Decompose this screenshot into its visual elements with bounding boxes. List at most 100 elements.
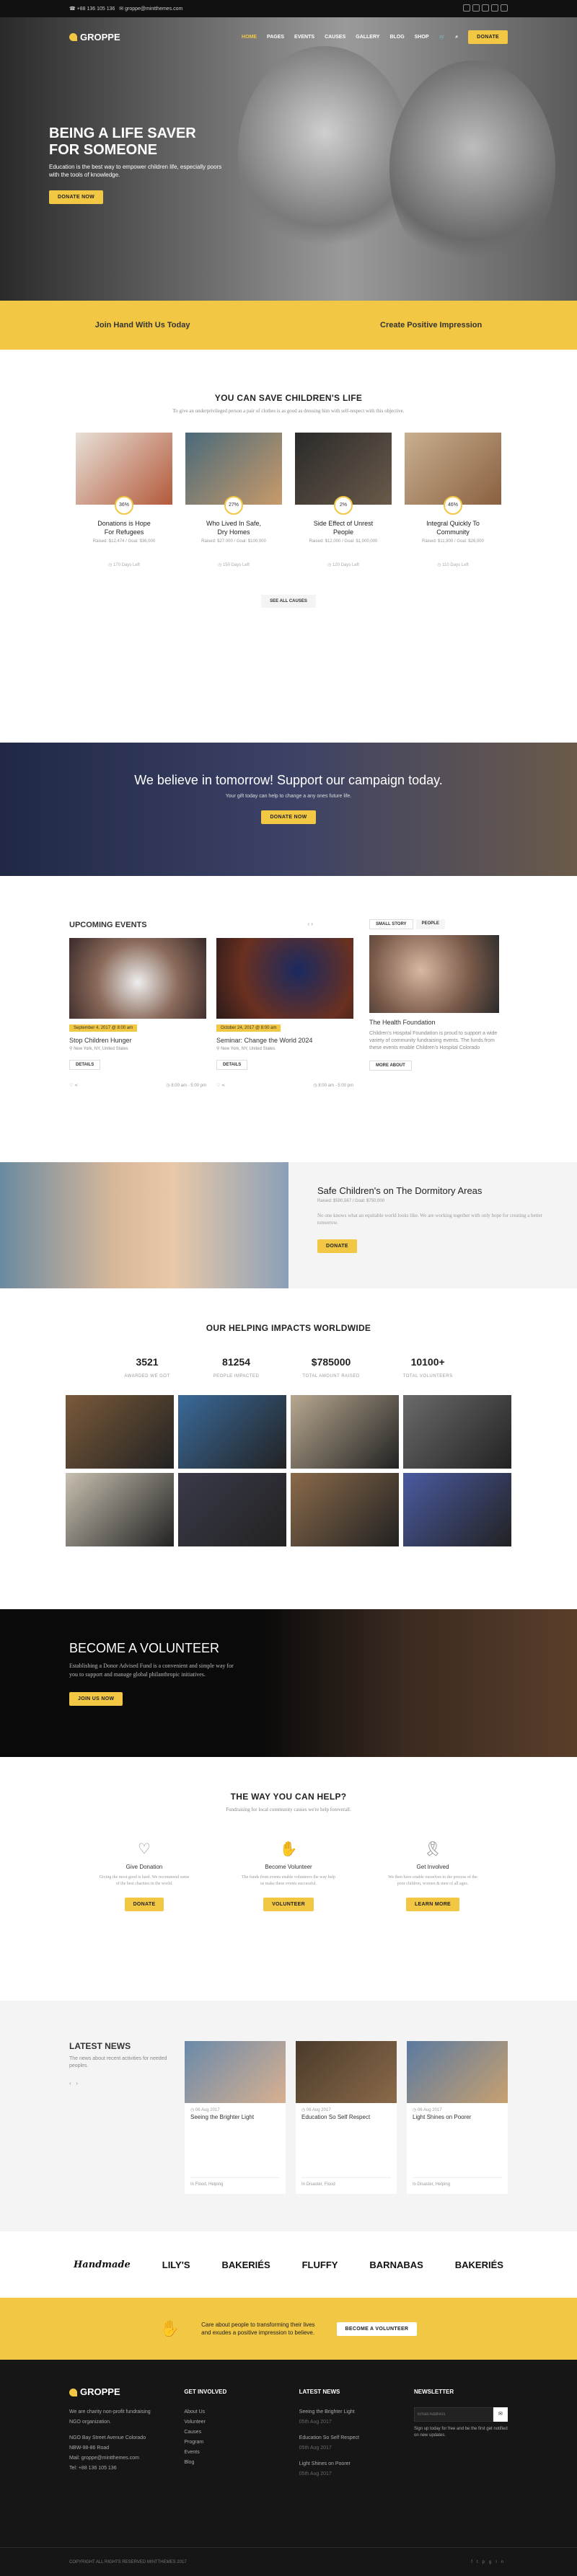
news-image <box>407 2041 508 2103</box>
gallery-image[interactable] <box>178 1473 286 1546</box>
footer-logo[interactable]: GROPPE <box>69 2387 155 2397</box>
tab-people[interactable]: PEOPLE <box>415 919 445 929</box>
nav-shop[interactable]: SHOP <box>415 35 429 40</box>
nav-events[interactable]: EVENTS <box>294 35 314 40</box>
gallery-image[interactable] <box>291 1395 399 1469</box>
footer-news-title[interactable]: Seeing the Brighter Light <box>299 2407 385 2417</box>
twitter-icon[interactable] <box>472 4 480 12</box>
linkedin-icon[interactable] <box>491 4 498 12</box>
youtube-icon[interactable] <box>501 4 508 12</box>
impact-value: 81254 <box>222 1356 250 1368</box>
news-category: In Disaster, Flood <box>301 2177 391 2187</box>
next-arrow-icon[interactable]: › <box>311 921 313 927</box>
way-button[interactable]: VOLUNTEER <box>263 1898 314 1911</box>
footer-news-title[interactable]: Education So Self Respect <box>299 2433 385 2443</box>
nav-gallery[interactable]: GALLERY <box>356 35 379 40</box>
more-about-button[interactable]: MORE ABOUT <box>369 1061 412 1071</box>
featured-cause-title[interactable]: Safe Children's on The Dormitory Areas <box>317 1185 548 1196</box>
cause-card[interactable]: 46% Integral Quickly To Community Raised: $… <box>405 433 501 567</box>
cause-card[interactable]: 2% Side Effect of Unrest People Raised: $12… <box>295 433 392 567</box>
gallery-image[interactable] <box>291 1473 399 1546</box>
campaign-donate-button[interactable]: DONATE NOW <box>261 810 316 824</box>
news-card[interactable]: ◷ 06 Aug 2017 Seeing the Brighter Light In… <box>185 2041 286 2194</box>
news-card[interactable]: ◷ 06 Aug 2017 Light Shines on Poorer In Di… <box>407 2041 508 2194</box>
see-all-causes-button[interactable]: SEE ALL CAUSES <box>261 595 316 608</box>
newsletter-email-input[interactable] <box>413 2407 493 2422</box>
cause-title[interactable]: Side Effect of Unrest People <box>295 519 392 536</box>
facebook-icon[interactable]: f <box>471 2560 477 2564</box>
search-icon[interactable]: ⌕ <box>455 35 458 40</box>
logo[interactable]: GROPPE <box>69 32 120 43</box>
gallery-image[interactable] <box>66 1395 174 1469</box>
cause-title[interactable]: Donations is Hope For Refugees <box>76 519 172 536</box>
event-title[interactable]: Stop Children Hunger <box>69 1037 206 1044</box>
twitter-icon[interactable]: t <box>477 2560 483 2564</box>
topbar-email[interactable]: groppe@mintthemes.com <box>125 6 182 12</box>
pinterest-icon[interactable]: p <box>483 2560 489 2564</box>
news-card[interactable]: ◷ 06 Aug 2017 Education So Self Respect In… <box>296 2041 397 2194</box>
footer-link[interactable]: About Us <box>184 2407 270 2417</box>
news-card-title[interactable]: Light Shines on Poorer <box>407 2112 508 2122</box>
facebook-icon[interactable] <box>463 4 470 12</box>
cause-title-line1: Who Lived In Safe, <box>206 520 262 527</box>
event-details-button[interactable]: DETAILS <box>69 1060 101 1070</box>
news-card-title[interactable]: Education So Self Respect <box>296 2112 397 2122</box>
event-card[interactable]: October 24, 2017 @ 8:00 am Seminar: Chan… <box>216 938 353 1088</box>
band-left[interactable]: Join Hand With Us Today <box>95 321 190 329</box>
cause-title[interactable]: Who Lived In Safe, Dry Homes <box>185 519 282 536</box>
story-image <box>369 935 499 1013</box>
gallery-image[interactable] <box>403 1473 511 1546</box>
hero-donate-button[interactable]: DONATE NOW <box>49 190 104 204</box>
nav-donate-button[interactable]: DONATE <box>468 30 508 44</box>
footer-link[interactable]: Program <box>184 2438 270 2448</box>
nav-home[interactable]: HOME <box>242 35 257 40</box>
news-card-title[interactable]: Seeing the Brighter Light <box>185 2112 286 2122</box>
band-right[interactable]: Create Positive Impression <box>380 321 482 329</box>
event-title[interactable]: Seminar: Change the World 2024 <box>216 1037 353 1044</box>
heart-icon[interactable]: ♡ ⋖ <box>69 1083 78 1088</box>
footer-news-date: 05th Aug 2017 <box>299 2446 332 2451</box>
event-location: ⚲ New York, NY, United States <box>216 1047 276 1051</box>
footer-logo-text: GROPPE <box>80 2386 120 2397</box>
cta-volunteer-button[interactable]: BECOME A VOLUNTEER <box>336 2322 418 2336</box>
nav-pages[interactable]: PAGES <box>267 35 284 40</box>
footer-news-item[interactable]: Education So Self Respect 05th Aug 2017 <box>299 2433 385 2453</box>
prev-arrow-icon[interactable]: ‹ <box>307 921 309 927</box>
footer-email[interactable]: Mail: groppe@mintthemes.com <box>69 2453 155 2464</box>
gallery-image[interactable] <box>403 1395 511 1469</box>
prev-arrow-icon[interactable]: ‹ <box>69 2080 71 2086</box>
cause-title[interactable]: Integral Quickly To Community <box>405 519 501 536</box>
nav-blog[interactable]: BLOG <box>389 35 404 40</box>
footer-link[interactable]: Events <box>184 2448 270 2458</box>
featured-cause-donate-button[interactable]: DONATE <box>317 1239 357 1253</box>
tab-small-story[interactable]: SMALL STORY <box>369 919 413 929</box>
news-section: LATEST NEWS The news about recent activi… <box>0 2001 577 2231</box>
event-time: ◷ 8:00 am - 5:00 pm <box>313 1084 353 1088</box>
linkedin-icon[interactable]: in <box>495 2560 508 2564</box>
event-card[interactable]: September 4, 2017 @ 8:00 am Stop Childre… <box>69 938 206 1088</box>
cause-card[interactable]: 27% Who Lived In Safe, Dry Homes Raised: $2… <box>185 433 282 567</box>
gallery-image[interactable] <box>178 1395 286 1469</box>
logo-icon <box>69 33 77 41</box>
next-arrow-icon[interactable]: › <box>76 2080 78 2086</box>
join-us-button[interactable]: JOIN US NOW <box>69 1692 123 1706</box>
cause-image: 27% <box>185 433 282 515</box>
footer-link[interactable]: Volunteer <box>184 2417 270 2427</box>
cart-icon[interactable]: 🛒 <box>439 35 446 40</box>
gallery-image[interactable] <box>66 1473 174 1546</box>
event-details-button[interactable]: DETAILS <box>216 1060 248 1070</box>
google-icon[interactable] <box>482 4 489 12</box>
footer-news-item[interactable]: Seeing the Brighter Light 05th Aug 2017 <box>299 2407 385 2427</box>
heart-icon[interactable]: ♡ ⋖ <box>216 1083 225 1088</box>
footer-news-title[interactable]: Light Shines on Poorer <box>299 2459 385 2469</box>
cause-card[interactable]: 36% Donations is Hope For Refugees Raised: … <box>76 433 172 567</box>
send-icon[interactable]: ✉ <box>493 2407 508 2422</box>
footer-link[interactable]: Blog <box>184 2458 270 2468</box>
footer-news-item[interactable]: Light Shines on Poorer 05th Aug 2017 <box>299 2459 385 2479</box>
google-icon[interactable]: g <box>489 2560 495 2564</box>
causes-section: YOU CAN SAVE CHILDREN'S LIFE To give an … <box>0 350 577 743</box>
footer-link[interactable]: Causes <box>184 2427 270 2438</box>
nav-causes[interactable]: CAUSES <box>325 35 345 40</box>
way-button[interactable]: DONATE <box>124 1898 164 1911</box>
way-button[interactable]: LEARN MORE <box>405 1898 460 1911</box>
